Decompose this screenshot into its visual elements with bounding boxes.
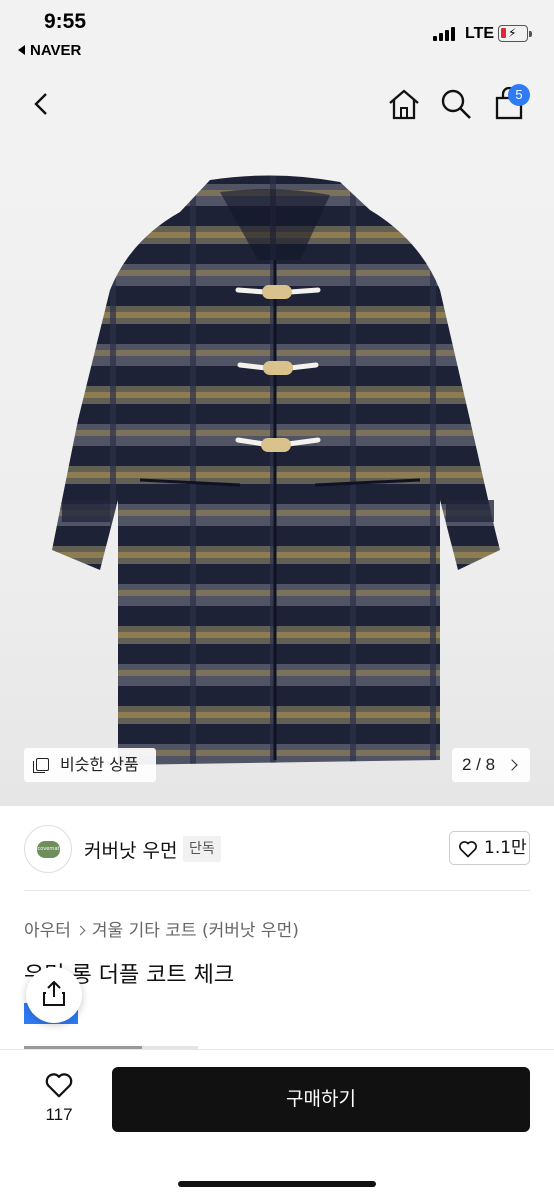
copy-icon-back	[33, 761, 45, 773]
cart-count-badge: 5	[508, 84, 530, 106]
back-triangle-icon	[18, 45, 25, 56]
similar-label: 비슷한 상품	[60, 755, 139, 774]
similar-products-button[interactable]: 비슷한 상품	[24, 748, 156, 782]
status-bar: 9:55 NAVER LTE ⚡	[0, 0, 554, 70]
exclusive-badge: 단독	[183, 836, 221, 862]
product-image[interactable]	[0, 140, 554, 806]
breadcrumb: 아우터 겨울 기타 코트 (커버낫 우먼)	[24, 916, 299, 941]
chevron-right-icon	[506, 759, 518, 771]
search-icon	[441, 89, 471, 119]
brand-name[interactable]: 커버낫 우먼	[84, 836, 177, 863]
home-icon	[389, 89, 419, 120]
top-nav	[0, 70, 554, 140]
breadcrumb-item[interactable]: 겨울 기타 코트 (커버낫 우먼)	[92, 921, 299, 941]
divider	[24, 890, 530, 891]
chevron-left-icon	[34, 93, 47, 115]
coat-image	[52, 175, 500, 766]
brand-logo[interactable]: covernat	[24, 825, 72, 873]
brand-like-button[interactable]: 1.1만	[449, 831, 530, 865]
back-button[interactable]	[24, 86, 60, 122]
home-indicator	[178, 1181, 376, 1187]
wishlist-button[interactable]	[44, 1070, 74, 1104]
brand-logo-mark: covernat	[37, 841, 60, 858]
status-time: 9:55	[44, 10, 87, 33]
buy-button[interactable]: 구매하기	[112, 1067, 530, 1132]
share-icon	[43, 981, 65, 1006]
home-button[interactable]	[386, 86, 422, 122]
back-to-app[interactable]: NAVER	[18, 42, 81, 59]
chevron-right-icon	[75, 925, 86, 936]
breadcrumb-item[interactable]: 아우터	[24, 921, 71, 941]
page-indicator-label: 2 / 8	[462, 755, 496, 774]
heart-icon	[45, 1073, 73, 1098]
heart-icon	[459, 841, 477, 858]
search-button[interactable]	[438, 86, 474, 122]
battery-icon: ⚡	[498, 25, 528, 42]
share-button[interactable]	[26, 967, 82, 1023]
back-app-label: NAVER	[30, 42, 82, 59]
brand-like-count: 1.1만	[484, 838, 527, 858]
network-label: LTE	[465, 25, 495, 42]
battery-cap	[529, 31, 532, 37]
image-page-indicator[interactable]: 2 / 8	[452, 748, 530, 782]
wishlist-count: 117	[45, 1105, 73, 1124]
signal-icon	[433, 27, 459, 41]
